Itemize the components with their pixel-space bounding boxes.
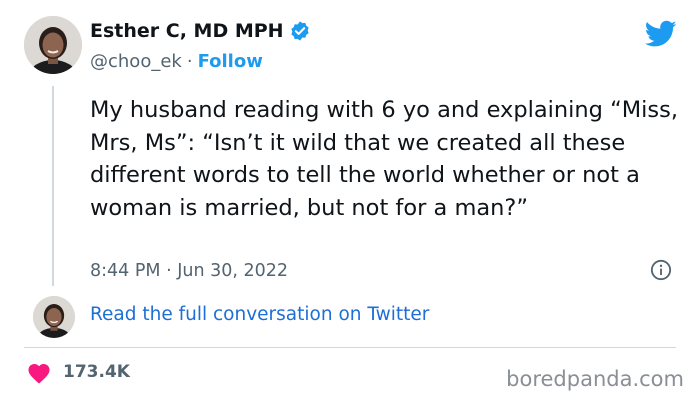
author-display-name[interactable]: Esther C, MD MPH [90, 20, 284, 42]
divider [24, 347, 676, 348]
heart-icon[interactable] [27, 362, 51, 384]
tweet-embed: Esther C, MD MPH @choo_ek · Follow My hu… [0, 0, 700, 400]
tweet-timestamp[interactable]: 8:44 PM · Jun 30, 2022 [90, 259, 288, 283]
thread-connector [52, 86, 54, 286]
author-handle[interactable]: @choo_ek [90, 51, 182, 72]
twitter-bird-icon[interactable] [645, 20, 677, 48]
separator-dot: · [186, 50, 193, 72]
author-header: Esther C, MD MPH @choo_ek · Follow [90, 18, 311, 73]
tweet-text: My husband reading with 6 yo and explain… [90, 97, 679, 221]
like-count: 173.4K [63, 362, 130, 382]
info-icon[interactable] [650, 259, 672, 281]
follow-button[interactable]: Follow [198, 51, 263, 72]
author-avatar[interactable] [24, 16, 82, 74]
source-watermark: boredpanda.com [506, 367, 684, 391]
verified-badge-icon [289, 20, 311, 42]
read-conversation-link[interactable]: Read the full conversation on Twitter [90, 303, 429, 327]
reply-avatar[interactable] [33, 296, 75, 338]
